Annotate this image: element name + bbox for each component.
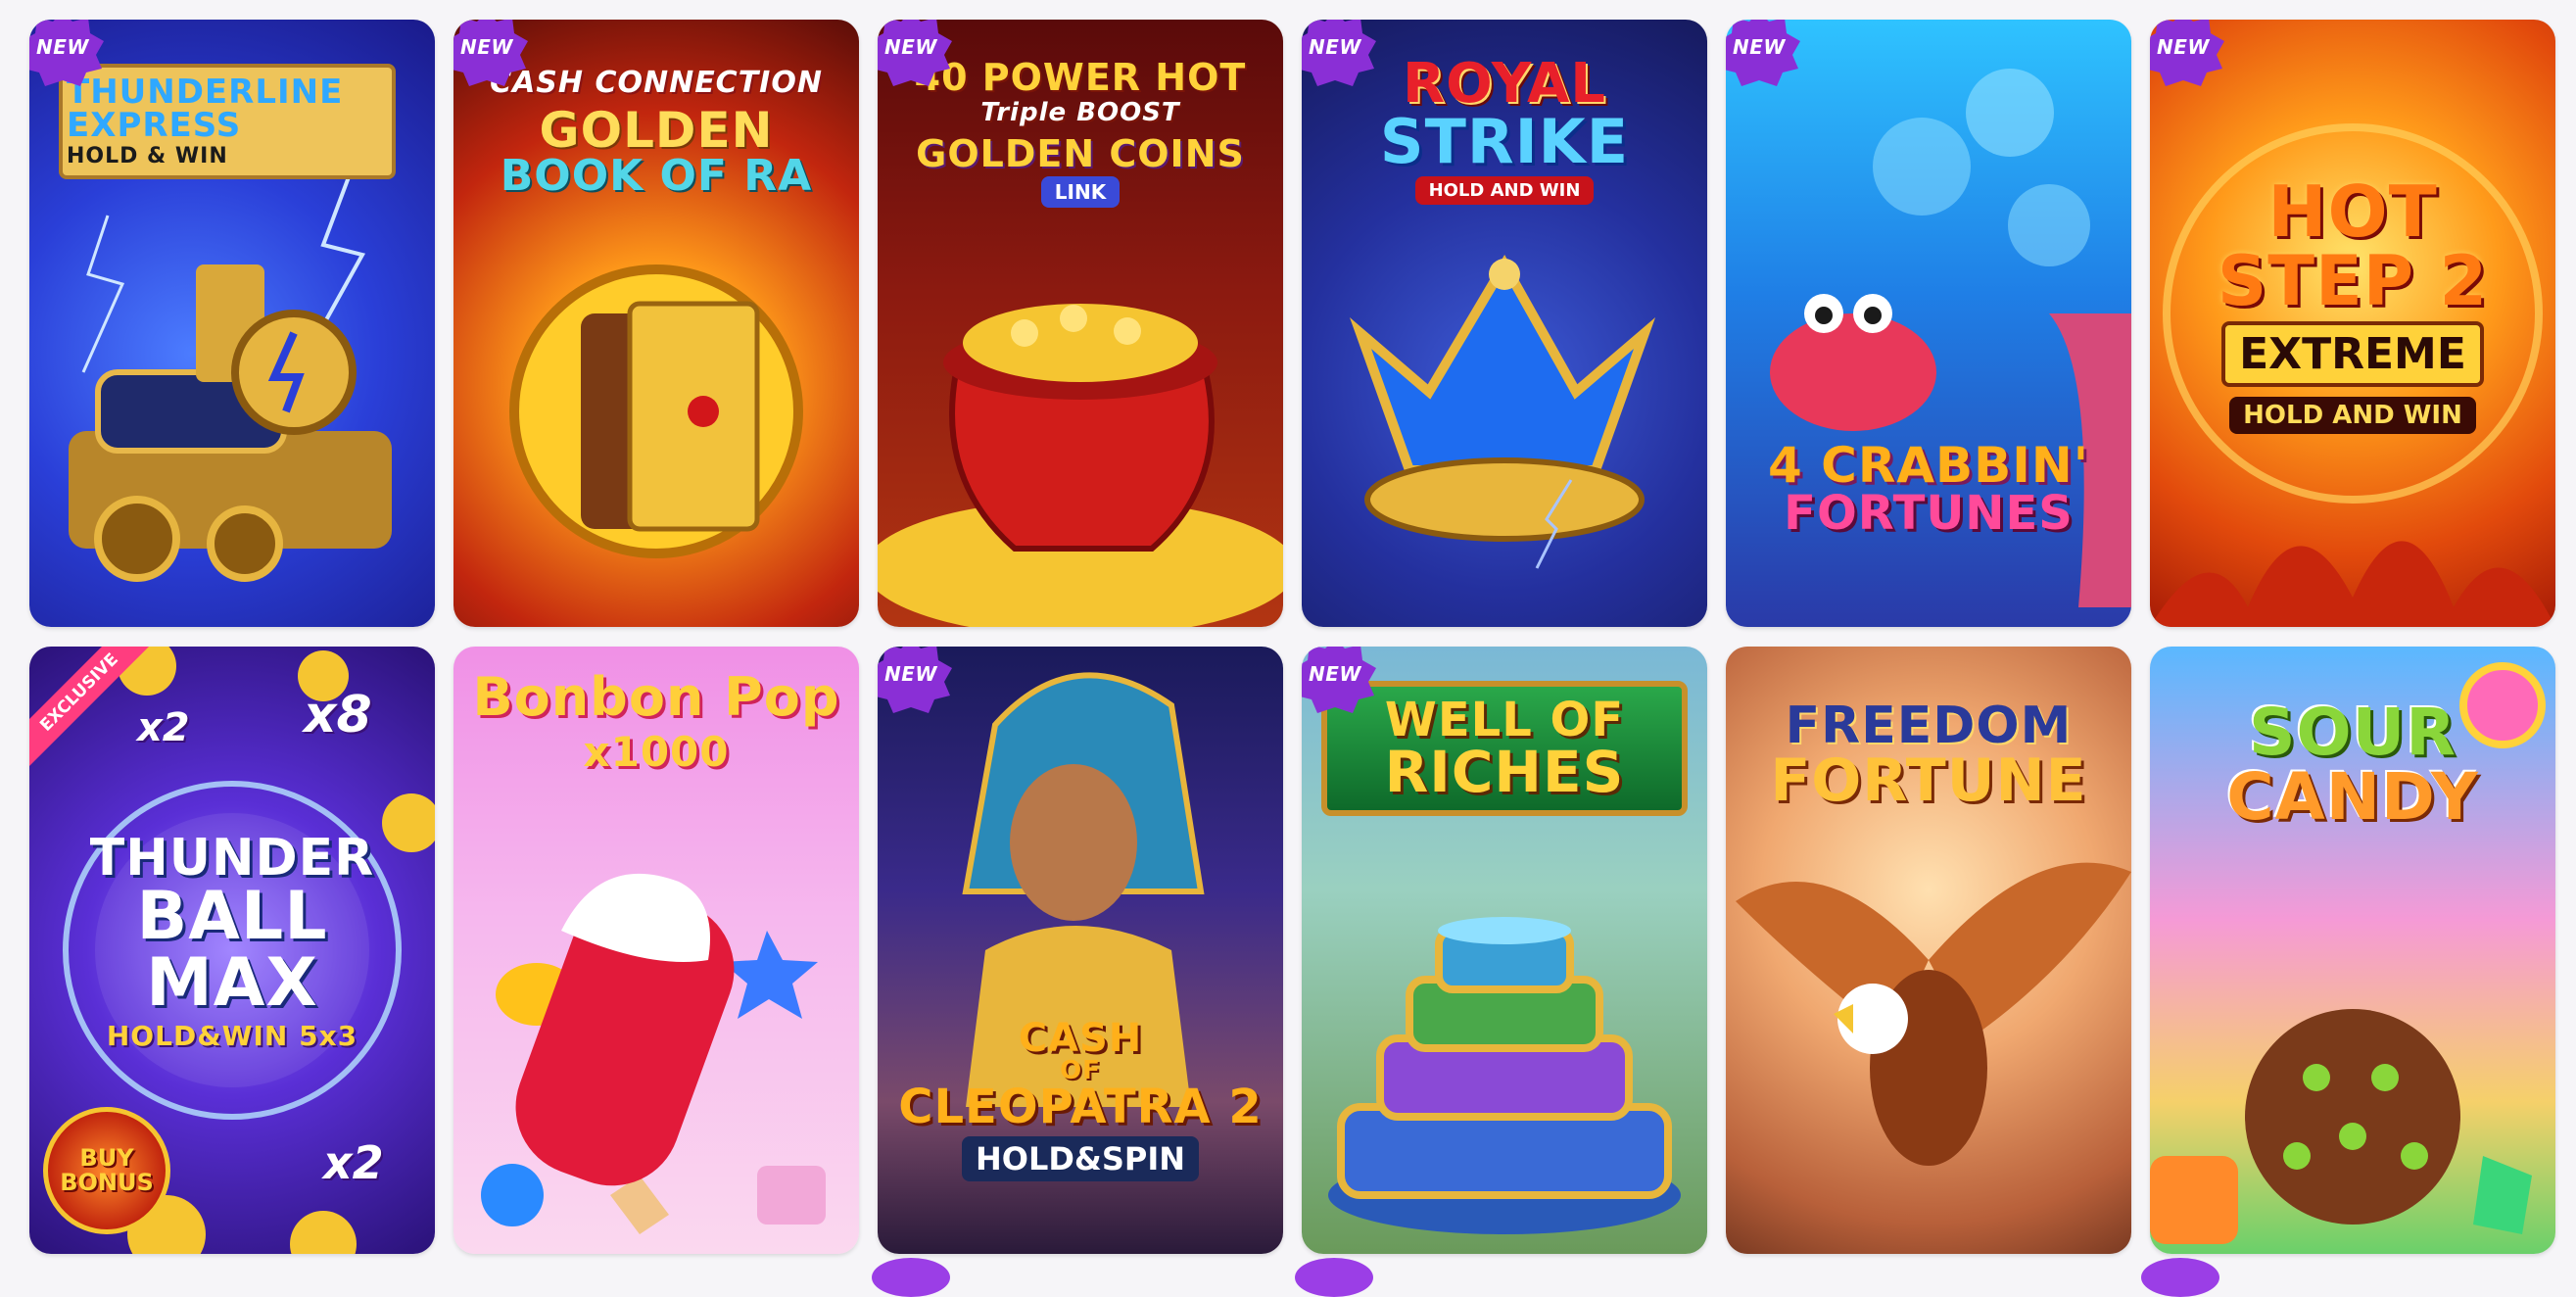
new-badge: NEW — [2150, 20, 2228, 90]
game-tile-freedom-fortune[interactable]: FREEDOM FORTUNE — [1726, 647, 2131, 1254]
multiplier-label: x8 — [304, 686, 372, 745]
game-title: SOUR CANDY — [2226, 695, 2479, 835]
new-badge: NEW — [29, 20, 108, 90]
game-tile-royal-strike[interactable]: ROYAL STRIKE HOLD AND WIN NEW — [1302, 20, 1707, 627]
game-tile-golden-book-of-ra[interactable]: CASH CONNECTION GOLDEN BOOK OF RA NEW — [453, 20, 859, 627]
multiplier-label: x2 — [323, 1136, 384, 1189]
game-tile-thunderline-express[interactable]: THUNDERLINE EXPRESS HOLD & WIN NEW — [29, 20, 435, 627]
new-badge: NEW — [1302, 20, 1380, 90]
multiplier-label: x2 — [137, 705, 190, 750]
game-title: FREEDOM FORTUNE — [1770, 697, 2087, 815]
game-title: HOT STEP 2 EXTREME HOLD AND WIN — [2160, 176, 2546, 434]
new-badge: NEW — [878, 20, 956, 90]
game-tile-4-crabbin-fortunes[interactable]: 4 CRABBIN' FORTUNES NEW — [1726, 20, 2131, 627]
game-title: 4 CRABBIN' FORTUNES — [1767, 437, 2090, 541]
game-tile-sour-candy[interactable]: SOUR CANDY — [2150, 647, 2555, 1254]
next-row-badge-peek — [1295, 1258, 1373, 1297]
next-row-badge-peek — [2141, 1258, 2219, 1297]
game-tile-40-power-hot[interactable]: 40 POWER HOT Triple BOOST GOLDEN COINS L… — [878, 20, 1283, 627]
game-tile-thunder-ball-max[interactable]: x2 x8 x2 THUNDER BALL MAX HOLD&WIN 5x3 B… — [29, 647, 435, 1254]
game-title: CASH OF CLEOPATRA 2 HOLD&SPIN — [887, 1019, 1273, 1181]
game-tile-cash-of-cleopatra-2[interactable]: CASH OF CLEOPATRA 2 HOLD&SPIN NEW — [878, 647, 1283, 1254]
next-row-badge-peek — [872, 1258, 950, 1297]
game-title: Bonbon Pop x1000 — [472, 666, 840, 776]
game-title: THUNDERLINE EXPRESS HOLD & WIN — [59, 64, 396, 179]
new-badge: NEW — [453, 20, 532, 90]
game-tile-hot-step-2-extreme[interactable]: HOT STEP 2 EXTREME HOLD AND WIN NEW — [2150, 20, 2555, 627]
new-badge: NEW — [878, 647, 956, 717]
game-tile-bonbon-pop[interactable]: Bonbon Pop x1000 — [453, 647, 859, 1254]
buy-bonus-badge: BUY BONUS — [43, 1107, 170, 1234]
new-badge: NEW — [1302, 647, 1380, 717]
new-badge: NEW — [1726, 20, 1804, 90]
game-title: THUNDER BALL MAX HOLD&WIN 5x3 — [89, 829, 375, 1052]
game-tile-well-of-riches[interactable]: WELL OF RICHES NEW — [1302, 647, 1707, 1254]
game-grid: THUNDERLINE EXPRESS HOLD & WIN NEW CASH … — [29, 20, 2555, 1254]
